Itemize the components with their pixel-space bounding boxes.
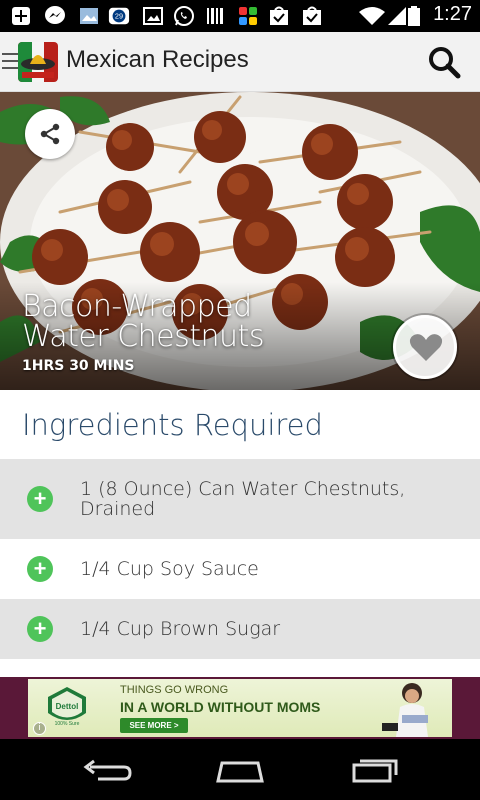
back-icon[interactable] — [76, 755, 136, 785]
ingredient-row[interactable]: + 1/4 Cup Brown Sugar — [0, 599, 480, 659]
svg-text:100% Sure: 100% Sure — [55, 721, 80, 727]
ingredient-row[interactable]: + 1 (8 Ounce) Can Water Chestnuts, Drain… — [0, 459, 480, 539]
share-button[interactable] — [25, 109, 75, 159]
svg-text:29: 29 — [115, 12, 123, 21]
ingredients-section: Ingredients Required + 1 (8 Ounce) Can W… — [0, 390, 480, 677]
add-icon — [12, 7, 30, 25]
ingredient-text: 1/4 Cup Soy Sauce — [80, 558, 259, 580]
ad-banner[interactable]: Dettol 100% Sure THINGS GO WRONG IN A WO… — [0, 677, 480, 739]
app-logo[interactable] — [18, 42, 58, 82]
ad-headline: THINGS GO WRONG — [120, 684, 229, 696]
recipe-title-line2: Water Chestnuts — [22, 319, 264, 354]
recipe-title-line1: Bacon-Wrapped — [22, 289, 252, 324]
ingredient-text: 1 (8 Ounce) Can Water Chestnuts, Drained — [80, 478, 406, 520]
ad-creative[interactable]: Dettol 100% Sure THINGS GO WRONG IN A WO… — [28, 679, 452, 737]
add-ingredient-icon[interactable]: + — [27, 556, 53, 582]
ad-info-icon[interactable]: i — [33, 722, 46, 735]
image-icon — [80, 8, 98, 24]
ingredient-text: 1/4 Cup Brown Sugar — [80, 618, 281, 640]
gallery-icon — [143, 7, 163, 25]
ingredients-heading: Ingredients Required — [22, 408, 323, 442]
pinwheel-icon — [239, 7, 257, 25]
ingredient-row[interactable]: + 1/4 Cup Soy Sauce — [0, 539, 480, 599]
ad-subheadline: IN A WORLD WITHOUT MOMS — [120, 699, 321, 715]
recipe-hero: Bacon-Wrapped Water Chestnuts 1HRS 30 MI… — [0, 92, 480, 390]
ad-photo — [382, 683, 428, 737]
wifi-icon — [359, 7, 385, 25]
clock: 1:27 — [433, 3, 472, 25]
recipe-title: Bacon-Wrapped Water Chestnuts — [22, 292, 362, 352]
check-bag-icon — [303, 6, 321, 25]
add-ingredient-icon[interactable]: + — [27, 486, 53, 512]
app-title: Mexican Recipes — [66, 46, 249, 73]
favorite-button[interactable] — [393, 315, 457, 379]
status-bar: 29 1:27 — [0, 0, 480, 32]
recents-icon[interactable] — [344, 755, 404, 785]
notification-29-icon: 29 — [108, 7, 130, 25]
home-icon[interactable] — [210, 755, 270, 785]
recipe-cook-time: 1HRS 30 MINS — [22, 358, 135, 374]
svg-text:Dettol: Dettol — [56, 702, 79, 711]
dettol-logo: Dettol 100% Sure — [48, 687, 86, 727]
app-bar: Mexican Recipes — [0, 32, 480, 92]
search-icon[interactable] — [426, 44, 462, 80]
ad-see-more-button[interactable]: SEE MORE > — [120, 718, 188, 733]
check-bag-icon — [270, 6, 288, 25]
messenger-icon — [45, 6, 65, 24]
signal-icon — [388, 7, 406, 25]
menu-icon[interactable] — [2, 53, 18, 69]
share-icon — [40, 123, 60, 145]
battery-icon — [408, 6, 420, 26]
whatsapp-icon — [174, 6, 194, 26]
heart-icon — [409, 334, 443, 361]
add-ingredient-icon[interactable]: + — [27, 616, 53, 642]
barcode-icon — [207, 8, 223, 24]
system-nav-bar — [0, 739, 480, 800]
